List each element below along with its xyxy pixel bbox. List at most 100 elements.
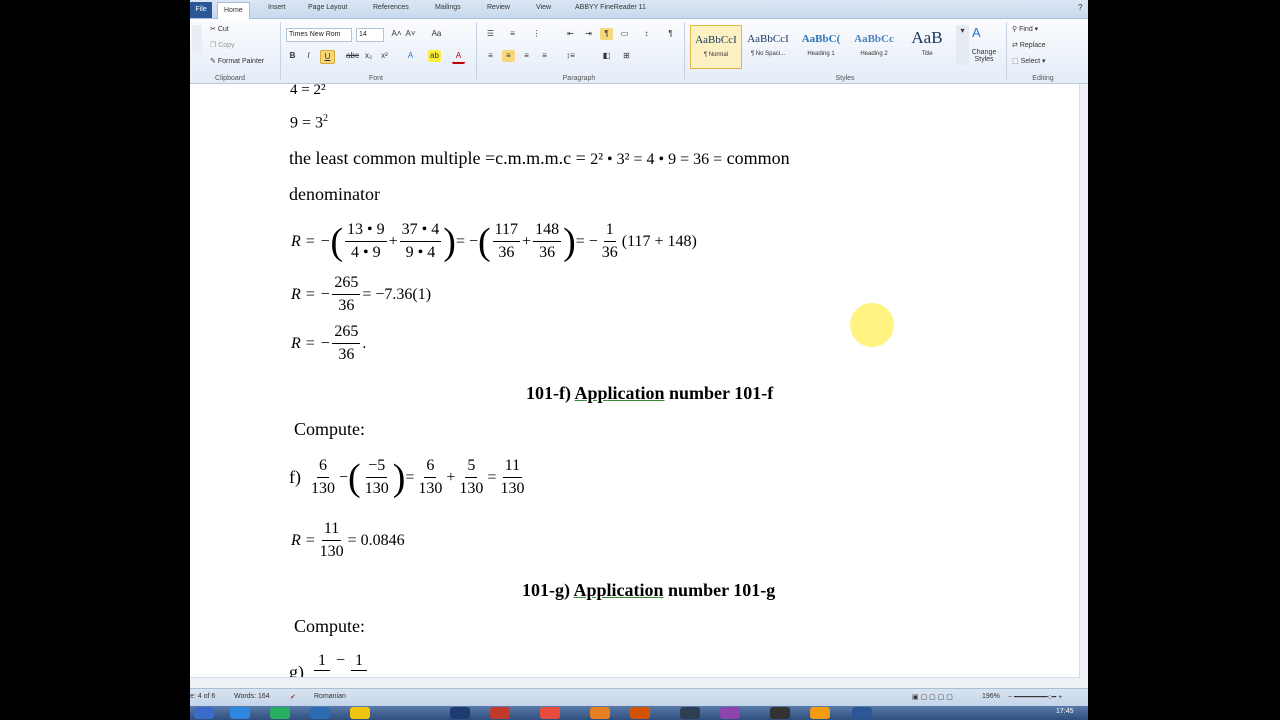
superscript-icon[interactable]: x² <box>378 50 391 62</box>
document-page[interactable]: 4 = 2² 9 = 32 the least common multiple … <box>190 82 1080 688</box>
page-counter[interactable]: e: 4 of 6 <box>190 693 215 700</box>
heading-rest: number 101-f <box>669 383 774 403</box>
fraction: 265 36 <box>332 321 361 366</box>
borders-icon[interactable]: ▭ <box>618 28 631 40</box>
app-icon[interactable] <box>680 707 700 719</box>
bullets-icon[interactable]: ☰ <box>484 28 497 40</box>
cut-button[interactable]: ✂ Cut <box>210 25 229 33</box>
ie-icon[interactable] <box>230 707 250 719</box>
styles-group-label: Styles <box>835 75 855 82</box>
denominator: 9 • 4 <box>405 244 436 261</box>
style-normal[interactable]: AaBbCcI ¶ Normal <box>690 25 742 69</box>
equals-sign: = <box>487 468 497 486</box>
change-styles-icon[interactable]: A <box>972 25 981 40</box>
shading-icon[interactable]: ◧ <box>600 50 613 62</box>
rtl-icon[interactable]: ¶ <box>600 28 613 40</box>
proofing-icon[interactable]: ✔ <box>290 693 296 701</box>
replace-button[interactable]: ⇄ Replace <box>1012 41 1046 49</box>
style-sample: AaBbCc <box>854 33 894 45</box>
font-size-dropdown[interactable]: 14 <box>356 28 384 42</box>
select-button[interactable]: ⬚ Select ▾ <box>1012 57 1046 65</box>
align-right-icon[interactable]: ≡ <box>520 50 533 62</box>
app-icon[interactable] <box>270 707 290 719</box>
eq-tail: = −7.36(1) <box>362 285 432 303</box>
strikethrough-icon[interactable]: abc <box>346 50 359 62</box>
app-icon[interactable] <box>770 707 790 719</box>
change-styles-button[interactable]: Change Styles <box>966 49 1002 63</box>
paren-close: ) <box>563 220 576 263</box>
tab-abbyy[interactable]: ABBYY FineReader 11 <box>575 4 646 11</box>
help-icon[interactable]: ? <box>1078 3 1082 12</box>
justify-icon[interactable]: ≡ <box>538 50 551 62</box>
app-icon[interactable] <box>310 707 330 719</box>
format-painter-button[interactable]: ✎ Format Painter <box>210 57 264 65</box>
horizontal-scrollbar[interactable] <box>190 677 1080 688</box>
style-name: ¶ Normal <box>703 52 729 58</box>
highlight-color-icon[interactable]: ab <box>428 50 441 62</box>
word-count[interactable]: Words: 164 <box>234 693 270 700</box>
tab-review[interactable]: Review <box>487 4 510 11</box>
equation-r1: R = − ( 13 • 94 • 9 + 37 • 49 • 4 ) = − … <box>291 219 697 264</box>
grow-font-icon[interactable]: A˄ <box>390 28 403 40</box>
font-name-dropdown[interactable]: Times New Rom <box>286 28 352 42</box>
italic-icon[interactable]: I <box>302 50 315 62</box>
fraction: 6 130 <box>416 455 444 500</box>
app-icon[interactable] <box>720 707 740 719</box>
app-icon[interactable] <box>810 707 830 719</box>
tab-mailings[interactable]: Mailings <box>435 4 461 11</box>
view-buttons[interactable]: ▣ ▢ ▢ ▢ ▢ <box>912 693 953 701</box>
zoom-level[interactable]: 196% <box>982 693 1000 700</box>
style-no-spacing[interactable]: AaBbCcI ¶ No Spaci... <box>743 25 793 67</box>
decrease-indent-icon[interactable]: ⇤ <box>564 28 577 40</box>
cursor-highlight <box>850 303 894 347</box>
opera-icon[interactable] <box>490 707 510 719</box>
show-marks-icon[interactable]: ¶ <box>664 28 677 40</box>
tab-references[interactable]: References <box>373 4 409 11</box>
denominator: 130 <box>500 480 525 497</box>
font-color-icon[interactable]: A <box>452 50 465 64</box>
vertical-scrollbar[interactable] <box>1079 84 1088 688</box>
folder-icon[interactable] <box>350 707 370 719</box>
bold-icon[interactable]: B <box>286 50 299 62</box>
change-case-icon[interactable]: Aa <box>430 28 443 40</box>
app-icon[interactable] <box>630 707 650 719</box>
app-icon[interactable] <box>450 707 470 719</box>
paste-icon[interactable] <box>192 25 202 55</box>
start-icon[interactable] <box>194 707 214 719</box>
border-icon[interactable]: ⊞ <box>620 50 633 62</box>
denominator: 4 • 9 <box>351 244 381 261</box>
lcm-expression: 2² • 3² = 4 • 9 = 36 = <box>590 151 723 168</box>
lcm-tail: common <box>726 148 790 168</box>
file-tab[interactable]: File <box>190 2 212 18</box>
fraction: 11 130 <box>498 455 526 500</box>
copy-button[interactable]: ❐ Copy <box>210 41 235 49</box>
underline-icon[interactable]: U <box>320 50 335 64</box>
subscript-icon[interactable]: x₂ <box>362 50 375 62</box>
align-center-icon[interactable]: ≡ <box>502 50 515 62</box>
firefox-icon[interactable] <box>590 707 610 719</box>
sort-icon[interactable]: ↕ <box>640 28 653 40</box>
find-button[interactable]: ⚲ Find ▾ <box>1012 25 1038 33</box>
text-effects-icon[interactable]: A <box>404 50 417 62</box>
shrink-font-icon[interactable]: A˅ <box>404 28 417 40</box>
clipboard-group-label: Clipboard <box>215 75 245 82</box>
align-left-icon[interactable]: ≡ <box>484 50 497 62</box>
eq-label: f) <box>289 467 301 487</box>
heading-underlined: Application <box>573 580 664 600</box>
plus-sign: + <box>522 232 532 250</box>
line-spacing-icon[interactable]: ↕≡ <box>564 50 577 62</box>
style-heading-1[interactable]: AaBbC( Heading 1 <box>796 25 846 67</box>
chrome-icon[interactable] <box>540 707 560 719</box>
tab-home[interactable]: Home <box>217 2 250 19</box>
language-indicator[interactable]: Romanian <box>314 693 346 700</box>
multilevel-list-icon[interactable]: ⋮ <box>530 28 543 40</box>
zoom-slider[interactable]: − ━━━━━━━━○━ + <box>1008 693 1062 701</box>
word-icon[interactable] <box>852 707 872 719</box>
style-title[interactable]: AaB Title <box>902 25 952 67</box>
style-heading-2[interactable]: AaBbCc Heading 2 <box>849 25 899 67</box>
numbering-icon[interactable]: ≡ <box>506 28 519 40</box>
tab-page-layout[interactable]: Page Layout <box>308 4 347 11</box>
tab-view[interactable]: View <box>536 4 551 11</box>
tab-insert[interactable]: Insert <box>268 4 286 11</box>
increase-indent-icon[interactable]: ⇥ <box>582 28 595 40</box>
